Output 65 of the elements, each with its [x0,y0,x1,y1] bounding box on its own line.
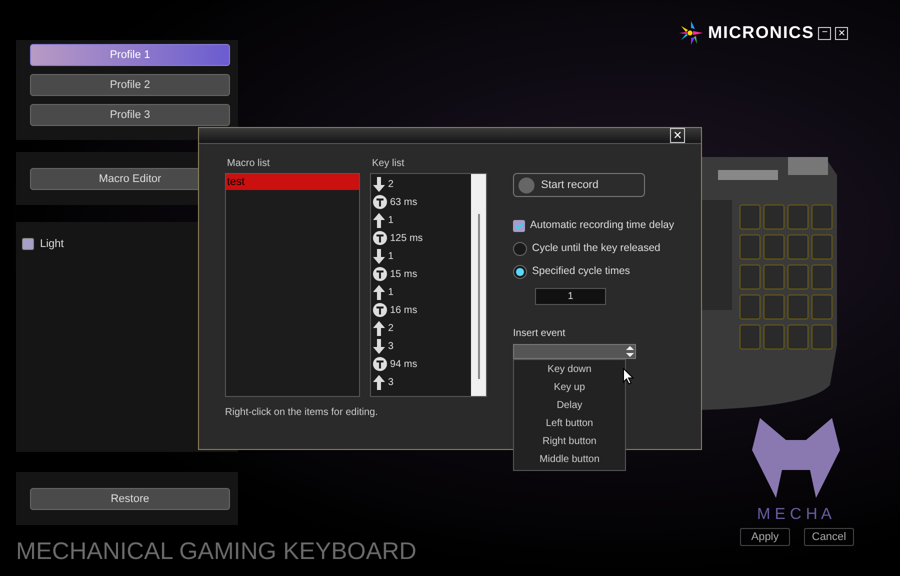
timer-icon [373,195,387,209]
key-list-item[interactable]: 1 [388,248,394,264]
cursor-icon [623,368,634,385]
spinner-arrows-icon [625,345,635,358]
profile-button[interactable]: Profile 2 [30,74,230,96]
hint-text: Right-click on the items for editing. [225,406,378,420]
menu-item[interactable]: Delay [514,397,625,415]
arrow-up-icon [373,320,385,336]
close-button[interactable]: ✕ [670,128,685,143]
logo-icon [678,20,704,46]
key-list-item[interactable]: 16 ms [390,302,418,318]
macro-list-item[interactable]: test [226,174,359,190]
scrollbar[interactable] [471,174,486,396]
timer-icon [373,231,387,245]
key-list-item[interactable]: 15 ms [390,266,418,282]
checkbox[interactable] [513,220,525,232]
logo-text: MICRONICS [708,22,814,44]
checkmark-icon [514,222,524,230]
key-list-item[interactable]: 1 [388,284,394,300]
mecha-text: M E C H A [757,505,832,525]
insert-event-select[interactable] [513,344,636,359]
option-label: Cycle until the key released [532,241,660,256]
cycle-times-field[interactable]: 1 [535,288,606,305]
macro-list[interactable]: test [225,173,360,397]
minimize-button[interactable]: − [818,26,832,40]
restore-button[interactable]: Restore [30,488,230,510]
menu-item[interactable]: Left button [514,415,625,433]
record-dot-icon [518,176,535,194]
menu-item[interactable]: Key up [514,379,625,397]
timer-icon [373,267,387,281]
arrow-up-icon [373,212,385,228]
key-list-label: Key list [371,157,406,171]
menu-item[interactable]: Key down [514,361,625,379]
key-list-item[interactable]: 63 ms [390,194,418,210]
option-label: Specified cycle times [532,264,630,280]
key-list-item[interactable]: 125 ms [390,230,423,246]
arrow-up-icon [373,284,385,300]
key-list-item[interactable]: 2 [388,320,394,336]
profile-button[interactable]: Profile 3 [30,104,230,126]
radio-button[interactable] [513,265,527,279]
footer-button[interactable]: Cancel [804,528,854,546]
key-list-item[interactable]: 3 [388,374,394,390]
start-record-button[interactable]: Start record [513,173,645,197]
key-list-item[interactable]: 1 [388,212,394,228]
close-button[interactable]: ✕ [835,26,848,40]
macro-list-label: Macro list [226,157,271,171]
product-title: MECHANICAL GAMING KEYBOARD [16,537,417,567]
timer-icon [373,357,387,371]
light-checkbox[interactable] [22,238,34,250]
radio-button[interactable] [513,242,527,256]
timer-icon [373,303,387,317]
profile-button[interactable]: Profile 1 [30,44,230,66]
key-list-item[interactable]: 3 [388,338,394,354]
arrow-down-icon [373,338,385,354]
insert-event-label: Insert event [513,327,566,341]
arrow-down-icon [373,176,385,192]
menu-item[interactable]: Middle button [514,451,625,469]
arrow-up-icon [373,374,385,390]
light-label: Light [40,237,64,252]
menu-item[interactable]: Right button [514,433,625,451]
footer-button[interactable]: Apply [740,528,790,546]
key-list-item[interactable]: 2 [388,176,394,192]
key-list-item[interactable]: 94 ms [390,356,418,372]
option-label: Automatic recording time delay [530,218,674,234]
arrow-down-icon [373,248,385,264]
